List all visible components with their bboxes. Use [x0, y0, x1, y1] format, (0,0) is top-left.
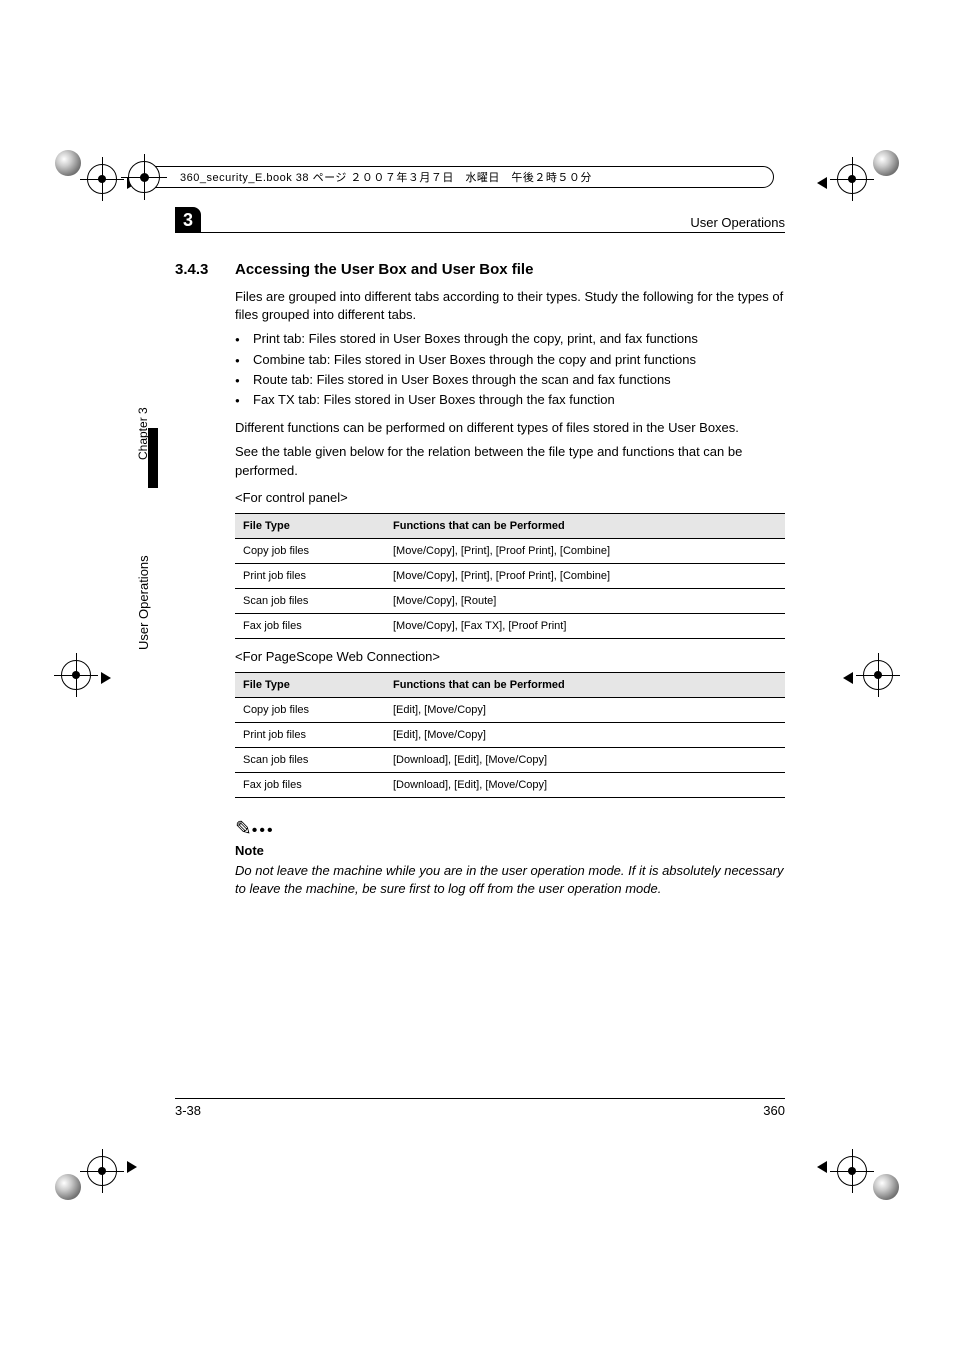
- table-header: Functions that can be Performed: [385, 672, 785, 697]
- registration-mark-mid-right: [843, 660, 899, 716]
- table-row: Fax job files[Download], [Edit], [Move/C…: [235, 772, 785, 797]
- page-footer: 3-38 360: [175, 1098, 785, 1118]
- note-label: Note: [235, 843, 785, 858]
- registration-mark-bottom-left: [55, 1144, 111, 1200]
- source-file-text: 360_security_E.book 38 ページ ２００７年３月７日 水曜日…: [180, 169, 592, 185]
- page-number-right: 360: [763, 1103, 785, 1118]
- paragraph: Different functions can be performed on …: [235, 419, 785, 437]
- table-row: Scan job files[Move/Copy], [Route]: [235, 588, 785, 613]
- list-item: Combine tab: Files stored in User Boxes …: [235, 351, 785, 369]
- control-panel-table: File TypeFunctions that can be Performed…: [235, 513, 785, 639]
- note-text: Do not leave the machine while you are i…: [235, 862, 785, 898]
- side-title-label: User Operations: [136, 555, 151, 650]
- table-row: Print job files[Edit], [Move/Copy]: [235, 722, 785, 747]
- registration-mark-mid-left: [55, 660, 111, 716]
- table-header: File Type: [235, 513, 385, 538]
- table-row: Print job files[Move/Copy], [Print], [Pr…: [235, 563, 785, 588]
- table-caption: <For control panel>: [235, 490, 785, 505]
- table-row: Fax job files[Move/Copy], [Fax TX], [Pro…: [235, 613, 785, 638]
- registration-mark-bottom-right: [843, 1144, 899, 1200]
- table-row: Scan job files[Download], [Edit], [Move/…: [235, 747, 785, 772]
- table-row: Copy job files[Edit], [Move/Copy]: [235, 697, 785, 722]
- page-number-left: 3-38: [175, 1103, 201, 1118]
- running-head: User Operations: [175, 215, 785, 230]
- section-title: Accessing the User Box and User Box file: [235, 261, 533, 278]
- side-chapter-label: Chapter 3: [136, 407, 150, 460]
- bullet-list: Print tab: Files stored in User Boxes th…: [235, 330, 785, 409]
- section-number: 3.4.3: [175, 261, 235, 278]
- web-connection-table: File TypeFunctions that can be Performed…: [235, 672, 785, 798]
- note-block: ✎••• Note Do not leave the machine while…: [235, 816, 785, 898]
- registration-mark-top-left: [55, 150, 111, 206]
- list-item: Route tab: Files stored in User Boxes th…: [235, 371, 785, 389]
- table-header: Functions that can be Performed: [385, 513, 785, 538]
- paragraph: See the table given below for the relati…: [235, 443, 785, 479]
- header-rule: [175, 232, 785, 233]
- chapter-number-box: 3: [175, 207, 201, 233]
- source-file-bar: 360_security_E.book 38 ページ ２００７年３月７日 水曜日…: [135, 166, 774, 188]
- list-item: Fax TX tab: Files stored in User Boxes t…: [235, 391, 785, 409]
- registration-mark-top-right: [843, 150, 899, 206]
- note-dots-icon: •••: [252, 822, 275, 839]
- intro-paragraph: Files are grouped into different tabs ac…: [235, 288, 785, 324]
- table-caption: <For PageScope Web Connection>: [235, 649, 785, 664]
- table-row: Copy job files[Move/Copy], [Print], [Pro…: [235, 538, 785, 563]
- list-item: Print tab: Files stored in User Boxes th…: [235, 330, 785, 348]
- note-icon: ✎: [235, 818, 252, 840]
- table-header: File Type: [235, 672, 385, 697]
